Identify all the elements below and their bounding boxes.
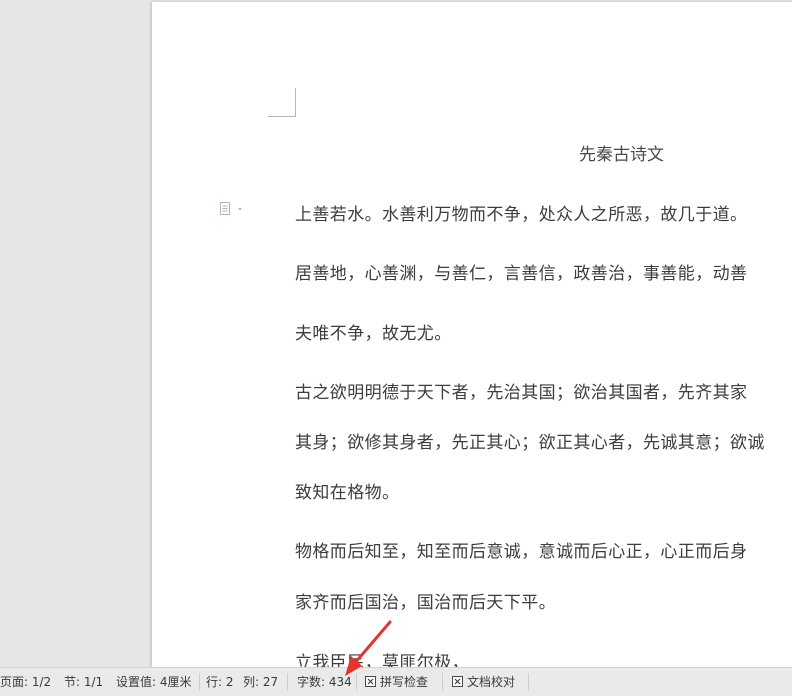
document-line[interactable]: 夫唯不争，故无尤。 <box>295 319 452 344</box>
margin-corner-mark <box>268 88 296 117</box>
document-line[interactable]: 居善地，心善渊，与善仁，言善信，政善治，事善能，动善 <box>295 259 747 284</box>
doc-proof-button[interactable]: 文档校对 <box>452 668 515 696</box>
document-line[interactable]: 其身；欲修其身者，先正其心；欲正其心者，先诚其意；欲诚 <box>295 428 765 453</box>
status-bar: 页面: 1/2 节: 1/1 设置值: 4厘米 行: 2 列: 27 字数: 4… <box>0 667 792 696</box>
spell-check-off-icon <box>365 676 376 687</box>
document-line[interactable]: 家齐而后国治，国治而后天下平。 <box>295 588 556 613</box>
document-line[interactable]: 立我臣民，莫匪尔极， <box>295 648 469 667</box>
status-separator <box>442 673 443 691</box>
document-workspace: 先秦古诗文 上善若水。水善利万物而不争，处众人之所恶，故几于道。 居善地，心善渊… <box>0 0 792 667</box>
document-line[interactable]: 致知在格物。 <box>295 478 399 503</box>
spell-check-button[interactable]: 拼写检查 <box>365 668 428 696</box>
status-separator <box>287 673 288 691</box>
page-indicator[interactable]: 页面: 1/2 <box>0 668 51 696</box>
spell-check-label: 拼写检查 <box>380 675 429 689</box>
row-indicator[interactable]: 行: 2 <box>206 668 234 696</box>
doc-proof-icon <box>452 676 463 687</box>
status-separator <box>528 673 529 691</box>
column-indicator[interactable]: 列: 27 <box>243 668 278 696</box>
paragraph-layout-icon[interactable] <box>219 201 245 217</box>
document-page[interactable] <box>152 2 792 667</box>
document-line[interactable]: 上善若水。水善利万物而不争，处众人之所恶，故几于道。 <box>295 200 747 225</box>
status-separator <box>199 673 200 691</box>
setting-value-indicator[interactable]: 设置值: 4厘米 <box>116 668 192 696</box>
doc-proof-label: 文档校对 <box>467 675 516 689</box>
word-count-indicator[interactable]: 字数: 434 <box>297 668 352 696</box>
section-indicator[interactable]: 节: 1/1 <box>64 668 103 696</box>
status-separator <box>356 673 357 691</box>
document-line[interactable]: 古之欲明明德于天下者，先治其国；欲治其国者，先齐其家 <box>295 378 747 403</box>
document-title[interactable]: 先秦古诗文 <box>579 140 664 165</box>
document-line[interactable]: 物格而后知至，知至而后意诚，意诚而后心正，心正而后身 <box>295 537 747 562</box>
